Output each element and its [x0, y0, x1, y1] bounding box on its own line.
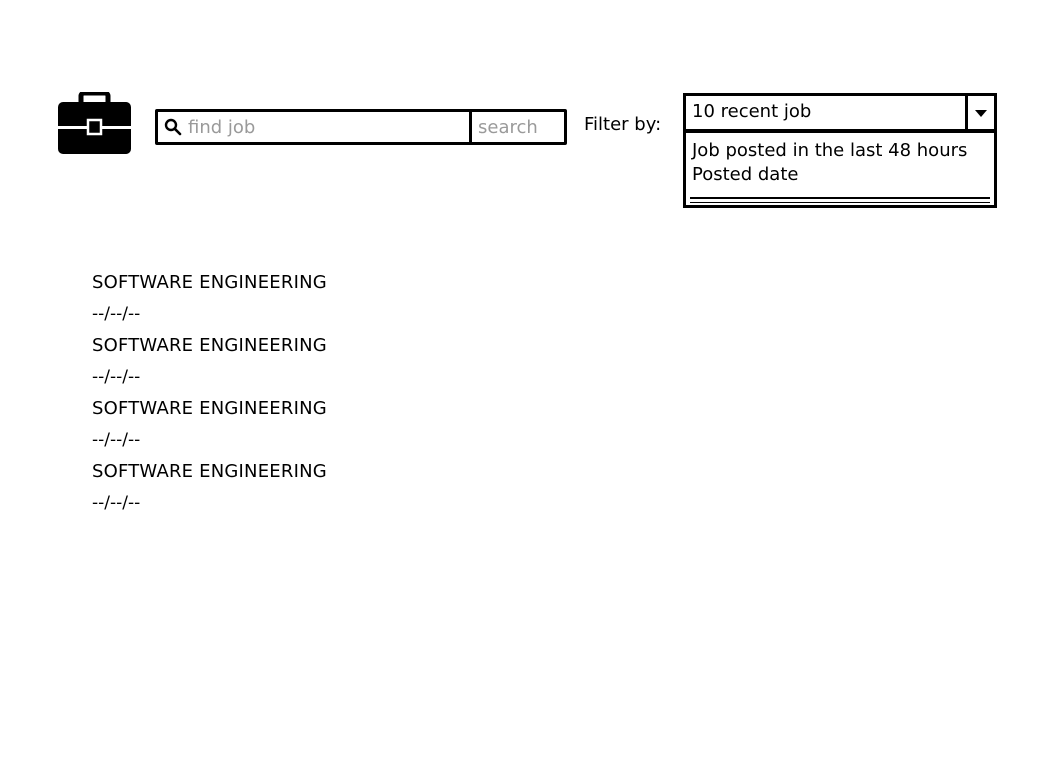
filter-option-last-48-hours[interactable]: Job posted in the last 48 hours [692, 139, 988, 163]
job-date: --/--/-- [92, 493, 141, 513]
search-icon [164, 118, 182, 136]
filter-dropdown-list: Job posted in the last 48 hours Posted d… [683, 131, 997, 208]
list-item: SOFTWARE ENGINEERING --/--/-- [92, 460, 327, 523]
job-title[interactable]: SOFTWARE ENGINEERING [92, 460, 327, 491]
search-bar: search [155, 109, 567, 145]
dropdown-divider [690, 202, 990, 203]
job-date: --/--/-- [92, 304, 141, 324]
list-item: SOFTWARE ENGINEERING --/--/-- [92, 397, 327, 460]
briefcase-icon [57, 92, 132, 155]
search-button[interactable]: search [472, 112, 564, 142]
job-title[interactable]: SOFTWARE ENGINEERING [92, 334, 327, 365]
search-input[interactable] [188, 116, 448, 138]
search-field[interactable] [158, 112, 472, 142]
dropdown-scrollbar[interactable] [690, 197, 990, 199]
job-title[interactable]: SOFTWARE ENGINEERING [92, 397, 327, 428]
filter-selected-value: 10 recent job [692, 101, 812, 122]
job-date: --/--/-- [92, 367, 141, 387]
job-search-page: search Filter by: 10 recent job Job post… [0, 0, 1044, 770]
filter-select[interactable]: 10 recent job [683, 93, 997, 132]
list-item: SOFTWARE ENGINEERING --/--/-- [92, 271, 327, 334]
job-list: SOFTWARE ENGINEERING --/--/-- SOFTWARE E… [92, 271, 327, 523]
triangle-down-icon[interactable] [965, 96, 994, 129]
job-title[interactable]: SOFTWARE ENGINEERING [92, 271, 327, 302]
list-item: SOFTWARE ENGINEERING --/--/-- [92, 334, 327, 397]
job-date: --/--/-- [92, 430, 141, 450]
filter-label: Filter by: [584, 114, 662, 135]
filter-option-posted-date[interactable]: Posted date [692, 163, 988, 187]
